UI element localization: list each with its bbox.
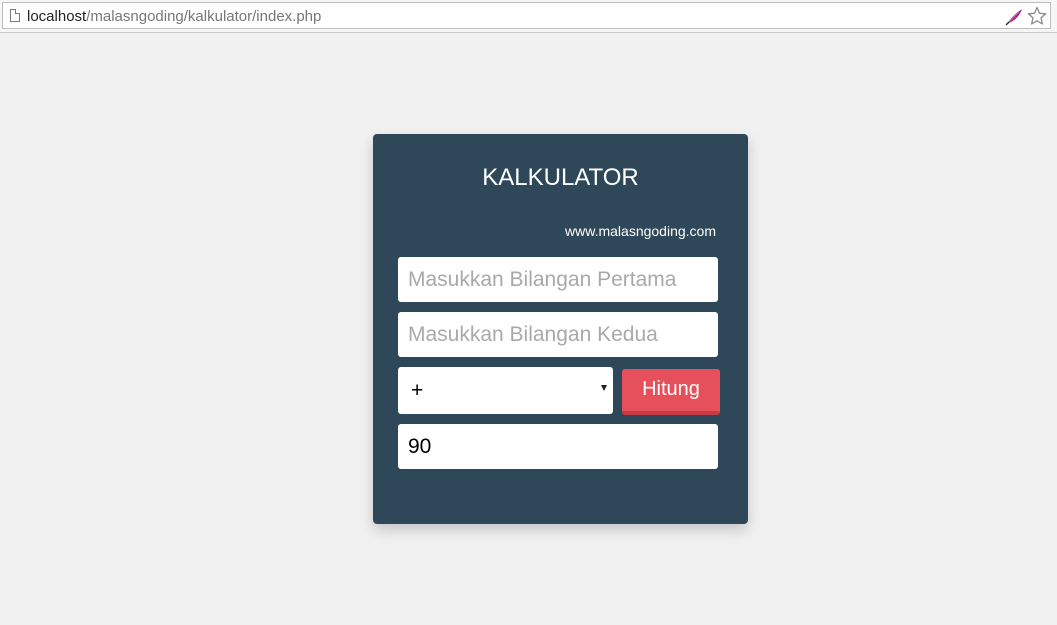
feather-extension-icon[interactable] xyxy=(1005,8,1023,26)
operator-selected-value: + xyxy=(411,379,424,402)
first-number-input[interactable] xyxy=(398,257,718,302)
page-icon xyxy=(10,9,20,22)
url-host: localhost xyxy=(27,8,87,25)
url-text[interactable]: localhost/malasngoding/kalkulator/index.… xyxy=(27,8,321,25)
site-link[interactable]: www.malasngoding.com xyxy=(565,223,716,240)
second-number-input[interactable] xyxy=(398,312,718,357)
calculate-button[interactable]: Hitung xyxy=(622,369,720,415)
result-field[interactable] xyxy=(398,424,718,469)
url-path: /malasngoding/kalkulator/index.php xyxy=(86,8,322,25)
operator-select[interactable]: + xyxy=(398,367,613,414)
star-bookmark-icon[interactable] xyxy=(1027,6,1047,26)
calculator-card: KALKULATOR www.malasngoding.com + Hitung xyxy=(373,134,748,524)
dropdown-arrow-icon xyxy=(601,385,607,391)
url-field[interactable]: localhost/malasngoding/kalkulator/index.… xyxy=(2,2,1051,29)
calculator-title: KALKULATOR xyxy=(482,164,639,191)
browser-address-bar: localhost/malasngoding/kalkulator/index.… xyxy=(0,0,1057,33)
